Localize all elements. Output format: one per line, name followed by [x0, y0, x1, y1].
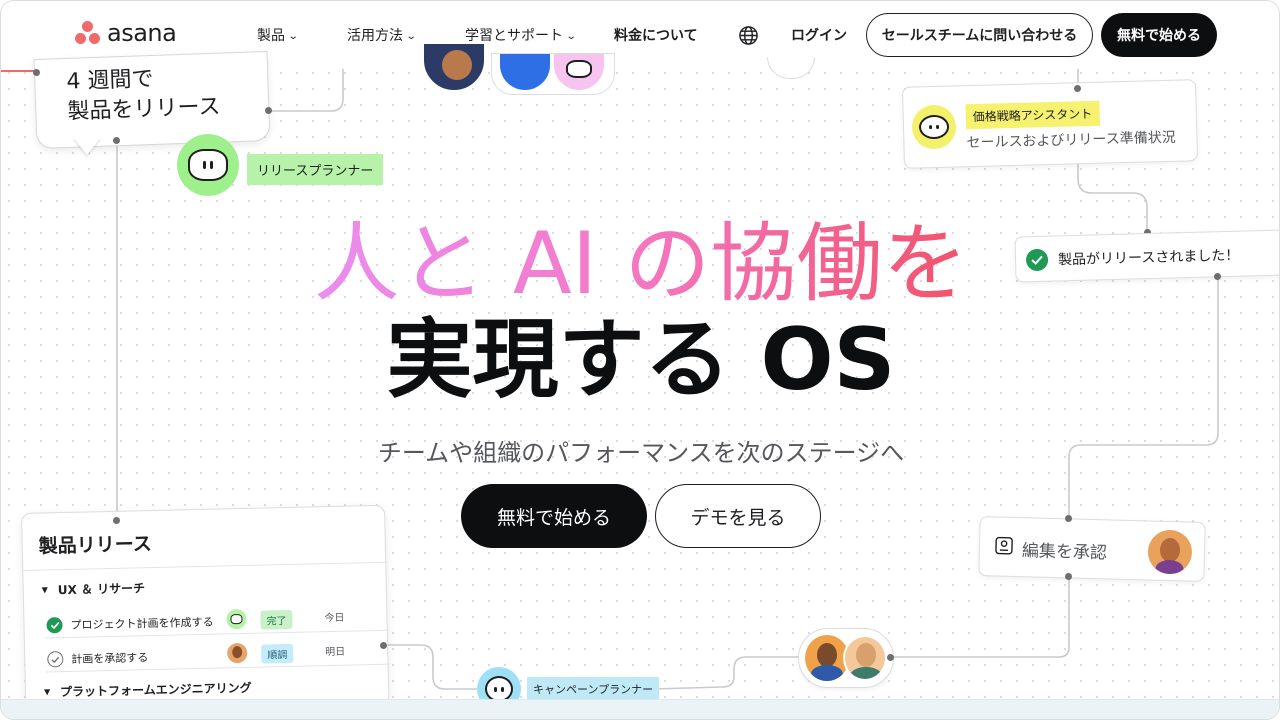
panel-title: 製品リリース [38, 533, 153, 558]
chevron-down-icon: ⌄ [287, 30, 299, 42]
due-date: 今日 [324, 612, 345, 625]
caret-down-icon[interactable]: ▼ [42, 585, 48, 594]
status-badge: 完了 [260, 609, 293, 630]
chevron-down-icon: ⌄ [565, 30, 577, 42]
divider [23, 561, 388, 571]
globe-icon[interactable] [738, 25, 759, 46]
nav-products-label: 製品 [257, 28, 285, 44]
avatar-group [491, 53, 615, 95]
connector-node [380, 642, 387, 649]
nav-pricing[interactable]: 料金について [614, 25, 698, 45]
hero-headline-line2: 実現する OS [386, 310, 896, 410]
campaign-planner-label: キャンペーンプランナー [527, 677, 660, 701]
logo-text: asana [107, 19, 177, 47]
view-demo-button[interactable]: デモを見る [655, 484, 821, 548]
timeline-accent-line [1, 70, 35, 72]
pricing-assistant-tag: 価格戦略アシスタント [965, 100, 1100, 130]
section-title[interactable]: UX ＆ リサーチ [58, 579, 146, 598]
avatar [767, 57, 815, 79]
avatar [843, 635, 887, 681]
nav-use-cases[interactable]: 活用方法 ⌄ [347, 25, 417, 45]
asana-logo-icon [75, 21, 101, 45]
connector-node [1074, 85, 1081, 92]
speech-bubble-text: 4 週間で 製品をリリース [66, 66, 221, 125]
collaborators-avatar-group [798, 628, 894, 688]
due-date: 明日 [325, 646, 346, 659]
hero-subtitle: チームや組織のパフォーマンスを次のステージへ [377, 439, 905, 467]
contact-sales-button[interactable]: セールスチームに問い合わせる [866, 13, 1093, 57]
connector-node [1065, 515, 1072, 522]
connector-node [113, 517, 120, 524]
section-title[interactable]: プラットフォームエンジニアリング [60, 679, 252, 700]
connector-node [887, 654, 894, 661]
pricing-assistant-bot-icon [911, 104, 957, 150]
caret-down-icon[interactable]: ▼ [44, 687, 50, 696]
speech-bubble-tail [73, 137, 101, 155]
release-planner-bot-icon [177, 134, 239, 196]
task-name[interactable]: プロジェクト計画を作成する [70, 614, 213, 633]
nav-products[interactable]: 製品 ⌄ [257, 25, 299, 45]
pricing-assistant-card: 価格戦略アシスタント セールスおよびリリース準備状況 [901, 79, 1199, 169]
status-badge: 順調 [261, 643, 294, 664]
approval-icon [995, 536, 1013, 555]
hero-headline-gradient-text: 人と AI の協働を [313, 214, 969, 314]
start-free-hero-button[interactable]: 無料で始める [461, 484, 647, 548]
avatar [1147, 529, 1193, 575]
page: asana 製品 ⌄ 活用方法 ⌄ 学習とサポート ⌄ 料金について ログイン … [0, 0, 1280, 720]
bottom-banner-strip [1, 699, 1279, 719]
connector-node [113, 137, 120, 144]
avatar [227, 642, 248, 664]
release-planner-bot-icon [226, 608, 247, 630]
asana-logo[interactable]: asana [75, 19, 177, 47]
connector-node [33, 69, 40, 76]
product-release-panel: 製品リリース ▼ UX ＆ リサーチ プロジェクト計画を作成する 完了 今日 計… [21, 504, 390, 713]
login-link[interactable]: ログイン [791, 25, 847, 45]
chevron-down-icon: ⌄ [405, 30, 417, 42]
task-complete-icon[interactable] [46, 617, 63, 634]
task-name[interactable]: 計画を承認する [71, 649, 148, 667]
connector-node [265, 107, 272, 114]
pricing-assistant-text: セールスおよびリリース準備状況 [966, 129, 1176, 152]
start-free-nav-button[interactable]: 無料で始める [1101, 13, 1217, 57]
connector-node [1065, 573, 1072, 580]
nav-use-cases-label: 活用方法 [347, 28, 403, 44]
approve-edit-card: 編集を承認 [978, 516, 1206, 582]
nav-pricing-label: 料金について [614, 28, 698, 44]
release-planner-label: リリースプランナー [247, 154, 384, 185]
avatar [421, 41, 487, 93]
avatar [554, 54, 604, 90]
hero-headline-line1: 人と AI の協働を [1, 209, 1279, 319]
avatar [500, 54, 550, 90]
task-incomplete-icon[interactable] [47, 651, 64, 668]
approve-edit-text: 編集を承認 [1021, 541, 1108, 564]
